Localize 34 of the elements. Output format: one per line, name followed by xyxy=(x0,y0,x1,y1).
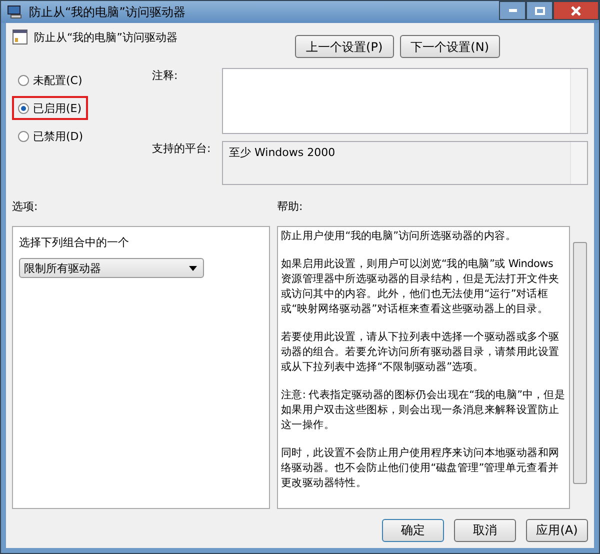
navigation-button[interactable]: 下一个设置(N) xyxy=(400,35,500,58)
policy-title: 防止从“我的电脑”访问驱动器 xyxy=(34,30,178,44)
computer-icon xyxy=(7,5,23,19)
policy-icon xyxy=(12,29,28,45)
maximize-button[interactable] xyxy=(526,1,553,20)
window-title: 防止从“我的电脑”访问驱动器 xyxy=(29,4,186,20)
scrollbar[interactable] xyxy=(570,69,587,133)
dialog-button[interactable]: 应用(A) xyxy=(526,519,588,542)
navigation-button[interactable]: 上一个设置(P) xyxy=(295,35,394,58)
caret-icon xyxy=(189,266,197,270)
platform-field: 至少 Windows 2000 xyxy=(222,141,588,185)
dialog-button[interactable]: 取消 xyxy=(454,519,516,542)
options-label: 选项: xyxy=(12,199,39,214)
comment-field[interactable] xyxy=(222,68,588,134)
help-paragraph: 同时，此设置不会防止用户使用程序来访问本地驱动器和网络驱动器。也不会防止他们使用“磁盘管理”管理单元查看并更改驱动器特性。 xyxy=(281,446,560,491)
help-label: 帮助: xyxy=(277,199,303,214)
help-paragraph: 防止用户使用“我的电脑”访问所选驱动器的内容。 xyxy=(281,229,517,244)
radio-option[interactable]: 已启用(E) xyxy=(12,96,88,120)
drive-dropdown[interactable]: 限制所有驱动器 xyxy=(19,258,204,278)
platform-label: 支持的平台: xyxy=(152,141,212,157)
dropdown-prompt: 选择下列组合中的一个 xyxy=(19,235,130,250)
maximize-icon xyxy=(534,6,544,14)
comment-label: 注释: xyxy=(152,68,179,84)
dialog-button[interactable]: 确定 xyxy=(382,519,444,542)
scrollbar[interactable] xyxy=(570,142,587,184)
radio-option[interactable]: 未配置(C) xyxy=(12,68,88,92)
close-button[interactable] xyxy=(553,1,599,20)
close-icon xyxy=(571,6,581,16)
help-paragraph: 若要使用此设置，请从下拉列表中选择一个驱动器或多个驱动器的组合。若要允许访问所有驱动器目录，请禁用此设置或从下拉列表中选择“不限制驱动器”选项。 xyxy=(281,330,560,375)
help-paragraph: 如果启用此设置，则用户可以浏览“我的电脑”或 Windows 资源管理器中所选驱动器的目录结构，但是无法打开文件夹或访问其中的内容。此外，他们也无法使用“运行”对话框或“映射网络驱动器”对话框来查看这些驱动器上的目录。 xyxy=(281,257,560,317)
minimize-icon xyxy=(508,9,516,12)
radio-option[interactable]: 已禁用(D) xyxy=(12,124,90,148)
minimize-button[interactable] xyxy=(499,1,526,20)
help-paragraph: 注意: 代表指定驱动器的图标仍会出现在“我的电脑”中，但是如果用户双击这些图标，则会出现一条消息来解释设置防止这一操作。 xyxy=(281,388,566,433)
